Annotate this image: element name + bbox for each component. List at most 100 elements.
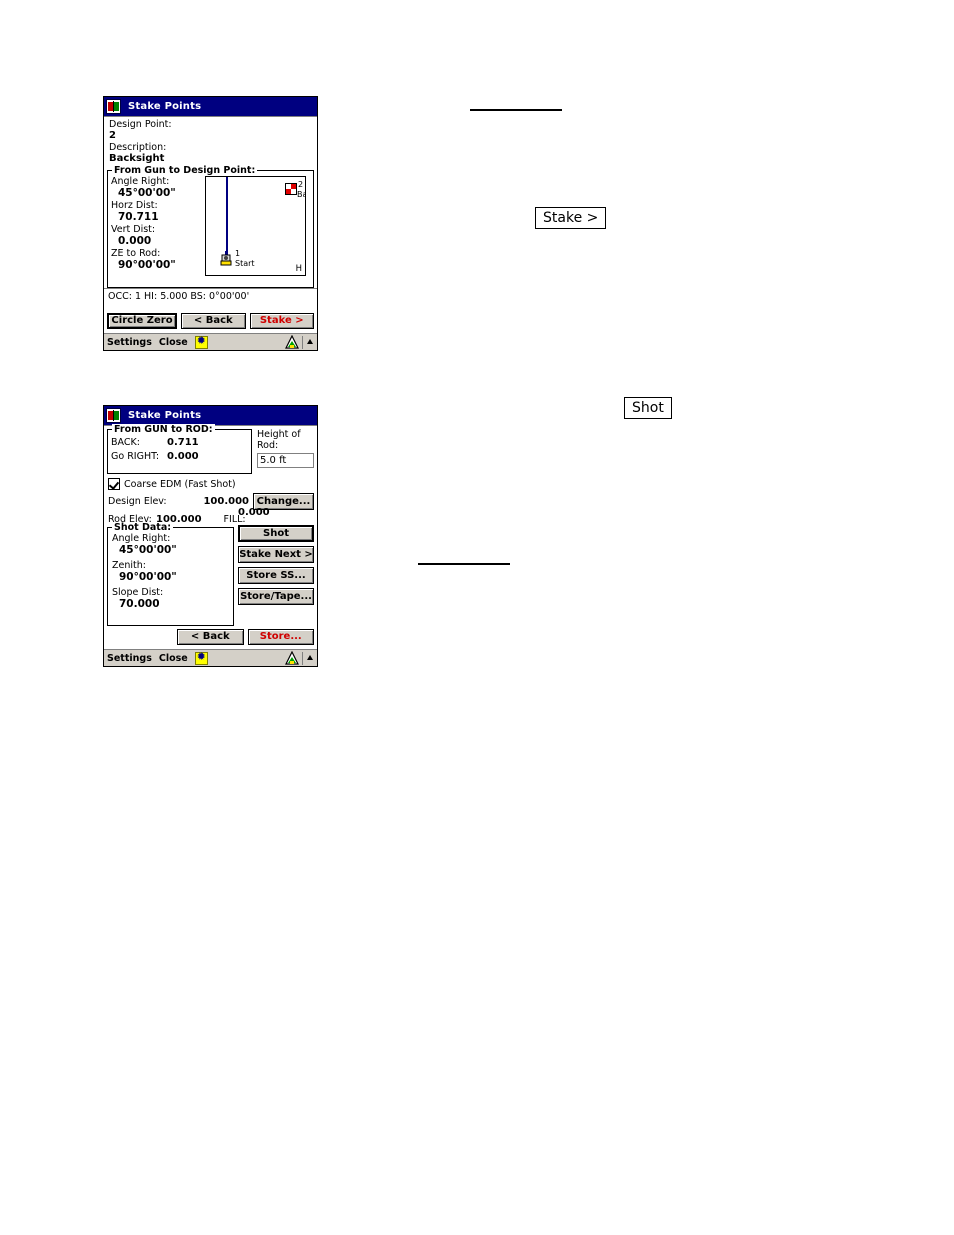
store-tape-button[interactable]: Store/Tape... [238,588,314,605]
from-gun-to-rod-group: From GUN to ROD: BACK: 0.711 Go RIGHT: 0… [107,424,252,474]
back-row: BACK: 0.711 [111,436,251,450]
map-orientation-indicator: H [295,264,302,274]
backsight-point-label: 2 [298,180,304,189]
chevron-up-icon[interactable] [306,651,315,665]
status-line: OCC: 1 HI: 5.000 BS: 0°00'00' [104,288,317,304]
vert-dist-label: Vert Dist: [111,224,156,235]
backsight-target-icon [285,183,297,195]
taskbar-separator [302,651,303,665]
coarse-edm-checkbox[interactable] [108,478,120,490]
design-elev-label: Design Elev: [108,496,167,507]
notebook-icon [106,408,121,423]
store-label: Store... [259,631,302,642]
taskbar-2: Settings Close [104,649,317,666]
stake-label: Stake > [259,315,304,326]
store-ss-label: Store SS... [246,569,306,581]
star-icon[interactable] [194,650,208,665]
shot-angle-right-value: 45°00'00" [119,544,177,556]
back-label: < Back [190,631,230,642]
annotation-shot-button: Shot [624,397,672,419]
annotation-stake-label: Stake > [543,210,599,226]
store-button[interactable]: Store... [247,629,314,645]
horz-dist-label: Horz Dist: [111,200,158,211]
go-right-value: 0.000 [167,451,199,462]
notebook-icon [106,99,121,114]
stake-map-view[interactable]: 1 Start 2 Ba H [205,176,306,276]
height-of-rod-label-line1: Height of [257,429,301,440]
shot-slope-dist-value: 70.000 [119,598,160,610]
shot-button[interactable]: Shot [238,525,314,542]
taskbar-settings[interactable]: Settings [107,337,152,348]
ze-to-rod-value: 90°00'00" [118,259,176,271]
shot-data-group: Shot Data: Angle Right: 45°00'00" Zenith… [107,522,234,626]
height-of-rod-section: Height of Rod: 5.0 ft [255,429,314,474]
horz-dist-value: 70.711 [118,211,159,223]
shot-label: Shot [263,527,289,539]
stake-next-button[interactable]: Stake Next > [238,546,314,563]
annotation-rule-bottom [418,563,510,565]
taskbar-close[interactable]: Close [159,653,188,664]
titlebar: Stake Points [104,406,317,425]
annotation-rule-top [470,109,562,111]
taskbar-tray [285,335,317,349]
window-client-area: Design Point: 2 Description: Backsight F… [104,116,317,333]
instrument-point-name: Start [235,259,255,268]
shot-data-section: Shot Data: Angle Right: 45°00'00" Zenith… [104,507,317,626]
from-gun-to-design-point-group: From Gun to Design Point: Angle Right: 4… [107,165,314,288]
chevron-up-icon[interactable] [306,335,315,349]
go-right-row: Go RIGHT: 0.000 [111,450,251,464]
taskbar-tray [285,651,317,665]
window-title: Stake Points [128,101,202,112]
description-label: Description: [109,142,167,153]
stake-button[interactable]: Stake > [249,313,314,329]
design-point-section: Design Point: 2 Description: Backsight [104,117,317,165]
angle-right-value: 45°00'00" [118,187,176,199]
route-line [226,177,228,257]
back-label: < Back [193,315,233,326]
group-title: From Gun to Design Point: [112,165,258,176]
design-point-label: Design Point: [109,119,172,130]
store-ss-button[interactable]: Store SS... [238,567,314,584]
tripod-icon[interactable] [285,651,299,665]
titlebar: Stake Points [104,97,317,116]
button-bar-spacer [107,629,173,645]
taskbar-separator [302,335,303,349]
height-of-rod-input[interactable]: 5.0 ft [257,453,314,468]
angle-right-label: Angle Right: [111,176,170,187]
taskbar-1: Settings Close [104,333,317,350]
back-button[interactable]: < Back [177,629,244,645]
description-value: Backsight [109,153,165,164]
fill-value: 0.000 [238,507,270,518]
measurement-fields: Angle Right: 45°00'00" Horz Dist: 70.711… [108,176,205,276]
design-point-value: 2 [109,130,116,141]
taskbar-settings[interactable]: Settings [107,653,152,664]
back-label: BACK: [111,437,140,448]
group-title: From GUN to ROD: [112,424,215,435]
height-of-rod-label-line2: Rod: [257,440,279,451]
annotation-shot-label: Shot [632,400,664,416]
circle-zero-label: Circle Zero [111,315,173,326]
coarse-edm-label: Coarse EDM (Fast Shot) [124,478,236,490]
stake-next-label: Stake Next > [239,548,313,560]
gun-to-rod-section: From GUN to ROD: BACK: 0.711 Go RIGHT: 0… [104,424,317,474]
star-icon[interactable] [194,334,208,349]
shot-zenith-label: Zenith: [112,560,146,571]
annotation-stake-button: Stake > [535,207,607,229]
tripod-icon[interactable] [285,335,299,349]
shot-slope-dist-label: Slope Dist: [112,587,164,598]
side-button-column: 0.000 Shot Stake Next > Store SS... Stor… [238,505,314,605]
stake-points-window-2: Stake Points From GUN to ROD: BACK: 0.71… [103,405,318,667]
backsight-point-name: Ba [297,190,305,199]
stake-points-window-1: Stake Points Design Point: 2 Description… [103,96,318,351]
shot-angle-right-label: Angle Right: [112,533,171,544]
window-client-area: From GUN to ROD: BACK: 0.711 Go RIGHT: 0… [104,424,317,649]
taskbar-close[interactable]: Close [159,337,188,348]
store-tape-label: Store/Tape... [240,590,312,602]
circle-zero-button[interactable]: Circle Zero [107,313,177,329]
coarse-edm-row[interactable]: Coarse EDM (Fast Shot) [104,474,317,490]
button-bar: Circle Zero < Back Stake > [104,304,317,333]
button-bar: < Back Store... [104,626,317,649]
vert-dist-value: 0.000 [118,235,152,247]
shot-zenith-value: 90°00'00" [119,571,177,583]
back-button[interactable]: < Back [181,313,246,329]
